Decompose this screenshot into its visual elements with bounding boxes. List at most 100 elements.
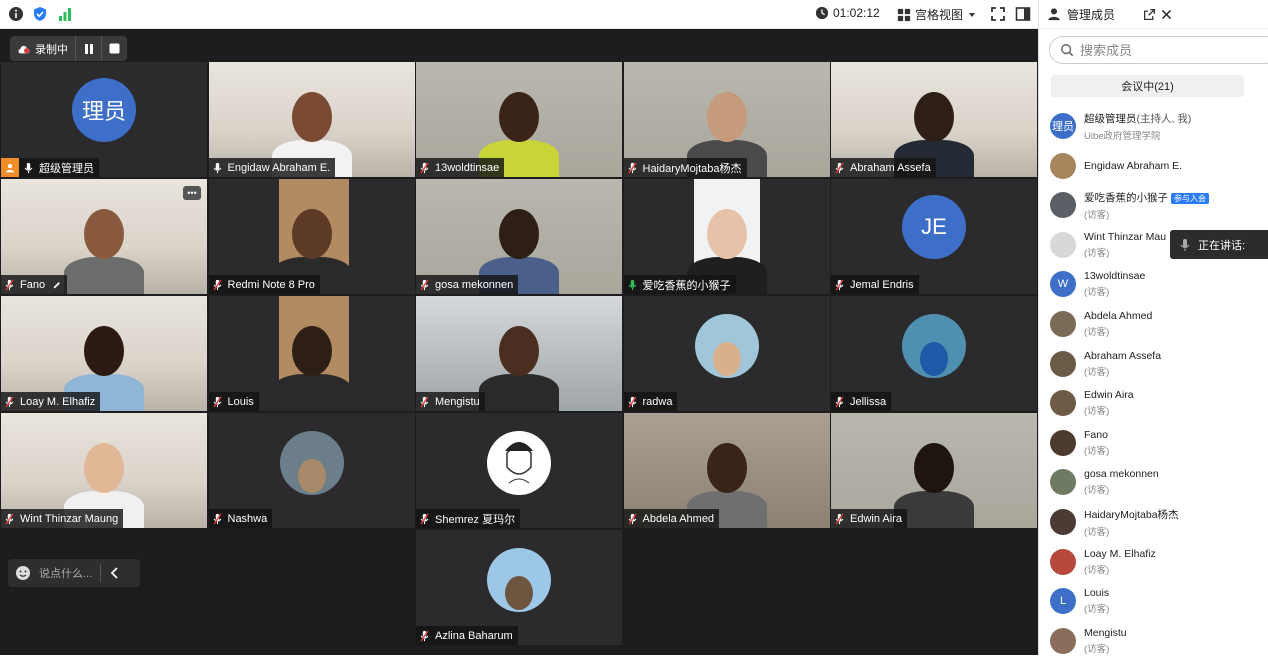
popout-icon[interactable] (1143, 8, 1156, 21)
member-name: Louis (1084, 587, 1110, 600)
tab-in-meeting[interactable]: 会议中(21) (1051, 75, 1244, 97)
speaking-indicator: 正在讲话: (1170, 230, 1268, 259)
participant-tile[interactable]: Redmi Note 8 Pro (208, 179, 415, 294)
member-name: Loay M. Elhafiz (1084, 547, 1156, 560)
participant-name: 超级管理员 (39, 162, 94, 175)
mic-muted-icon (835, 512, 844, 525)
participant-name-tag: Abraham Assefa (831, 158, 936, 177)
view-switch-button[interactable]: 宫格视图 (897, 6, 977, 23)
member-list-item[interactable]: Loay M. Elhafiz (访客) (1050, 544, 1268, 580)
member-name: 爱吃香蕉的小猴子 (1084, 191, 1168, 204)
participant-tile[interactable]: 13woldtinsae (416, 62, 622, 177)
participant-tile[interactable]: Jellissa (831, 296, 1037, 411)
member-list-item[interactable]: HaidaryMojtaba杨杰 (访客) (1050, 504, 1268, 540)
mic-muted-icon (835, 395, 844, 408)
participant-name-tag: 爱吃香蕉的小猴子 (623, 275, 736, 294)
more-options-button[interactable]: ••• (183, 186, 201, 200)
participant-tile[interactable]: Fano ••• (1, 179, 207, 294)
participant-name: Redmi Note 8 Pro (227, 278, 315, 291)
participant-tile[interactable]: Shemrez 夏玛尔 (416, 413, 622, 528)
member-subtitle: (访客) (1084, 445, 1110, 457)
participant-tile[interactable]: gosa mekonnen (416, 179, 622, 294)
participant-tile[interactable]: Azlina Baharum (416, 530, 622, 645)
mic-muted-icon (628, 395, 636, 408)
member-search-input[interactable] (1080, 42, 1230, 58)
shield-icon[interactable] (32, 6, 48, 22)
member-list-item[interactable]: W 13woldtinsae (访客) (1050, 266, 1268, 302)
participant-tile[interactable]: 理员 超级管理员 (1, 62, 207, 177)
participant-tile[interactable]: Mengistu (416, 296, 622, 411)
profile-photo (279, 431, 344, 495)
participant-name: 13woldtinsae (435, 161, 500, 174)
member-list-item[interactable]: Abraham Assefa (访客) (1050, 346, 1268, 382)
member-subtitle: (访客) (1084, 287, 1110, 299)
sidebar-toggle-icon[interactable] (1015, 6, 1031, 22)
stop-recording-button[interactable] (101, 36, 127, 61)
participant-tile[interactable]: Wint Thinzar Maung (1, 413, 207, 528)
mic-speaking-icon (628, 279, 636, 290)
participant-name: Wint Thinzar Maung (20, 512, 119, 525)
participant-head (291, 92, 332, 142)
member-list-item[interactable]: 爱吃香蕉的小猴子 参与入会 (访客) (1050, 187, 1268, 223)
participant-tile[interactable]: radwa (623, 296, 830, 411)
chat-input-box[interactable]: 说点什么... (8, 559, 140, 587)
participant-tile[interactable]: Loay M. Elhafiz (1, 296, 207, 411)
member-avatar (1050, 469, 1076, 496)
participant-tile[interactable]: Abdela Ahmed (623, 413, 830, 528)
participant-tile[interactable]: Edwin Aira (831, 413, 1037, 528)
participant-tile[interactable]: HaidaryMojtaba杨杰 (623, 62, 830, 177)
participant-head (291, 326, 332, 376)
member-avatar (1050, 627, 1076, 654)
participant-head (84, 326, 124, 376)
member-list-item[interactable]: gosa mekonnen (访客) (1050, 464, 1268, 500)
fullscreen-icon[interactable] (990, 6, 1006, 22)
member-search-box[interactable] (1049, 36, 1268, 64)
member-icon (1048, 8, 1060, 21)
participant-tile[interactable]: Engidaw Abraham E. (208, 62, 415, 177)
participant-name-tag: Wint Thinzar Maung (1, 509, 124, 528)
emoji-icon[interactable] (15, 565, 31, 581)
stop-icon (109, 43, 120, 54)
recording-label: 录制中 (35, 43, 68, 56)
member-list-item[interactable]: Edwin Aira (访客) (1050, 385, 1268, 421)
participant-name: Edwin Aira (850, 512, 902, 525)
participant-head (706, 209, 747, 259)
participant-name: Mengistu (435, 395, 480, 408)
member-subtitle: (访客) (1084, 564, 1110, 576)
participant-name: Nashwa (227, 512, 268, 525)
member-subtitle: (访客) (1084, 366, 1110, 378)
chevron-left-icon[interactable] (109, 567, 121, 579)
participant-tile[interactable]: Nashwa (208, 413, 415, 528)
mic-muted-icon (5, 395, 14, 408)
participant-name: Jellissa (850, 395, 887, 408)
signal-icon[interactable] (57, 6, 73, 22)
close-icon[interactable] (1160, 8, 1173, 21)
view-label: 宫格视图 (915, 8, 964, 22)
participant-tile[interactable]: JE Jemal Endris (831, 179, 1037, 294)
member-list-item[interactable]: 理员 超级管理员(主持人, 我) Uibe政府管理学院 (1050, 108, 1268, 144)
participant-head (914, 443, 954, 493)
pause-recording-button[interactable] (75, 36, 101, 61)
panel-title: 管理成员 (1067, 7, 1116, 22)
edit-icon[interactable] (52, 280, 62, 290)
participant-tile[interactable]: Louis (208, 296, 415, 411)
member-list-item[interactable]: Mengistu (访客) (1050, 623, 1268, 659)
participant-name-tag: Louis (208, 392, 259, 411)
search-icon (1061, 44, 1074, 57)
member-name: 超级管理员 (1084, 112, 1137, 125)
participant-tile[interactable]: Abraham Assefa (831, 62, 1037, 177)
avatar: JE (902, 195, 966, 259)
member-list-item[interactable]: Engidaw Abraham E. (1050, 148, 1268, 184)
participant-head (84, 209, 124, 259)
member-list-item[interactable]: L Louis (访客) (1050, 583, 1268, 619)
member-subtitle: (访客) (1084, 643, 1110, 655)
info-icon[interactable] (8, 6, 24, 22)
member-list-item[interactable]: Fano (访客) (1050, 425, 1268, 461)
participant-tile[interactable]: 爱吃香蕉的小猴子 (623, 179, 830, 294)
member-list-item[interactable]: Abdela Ahmed (访客) (1050, 306, 1268, 342)
member-subtitle: (访客) (1084, 209, 1110, 221)
participant-head (914, 92, 954, 142)
participant-name-tag: Jellissa (831, 392, 892, 411)
participant-head (499, 92, 539, 142)
participant-name: HaidaryMojtaba杨杰 (642, 162, 742, 175)
